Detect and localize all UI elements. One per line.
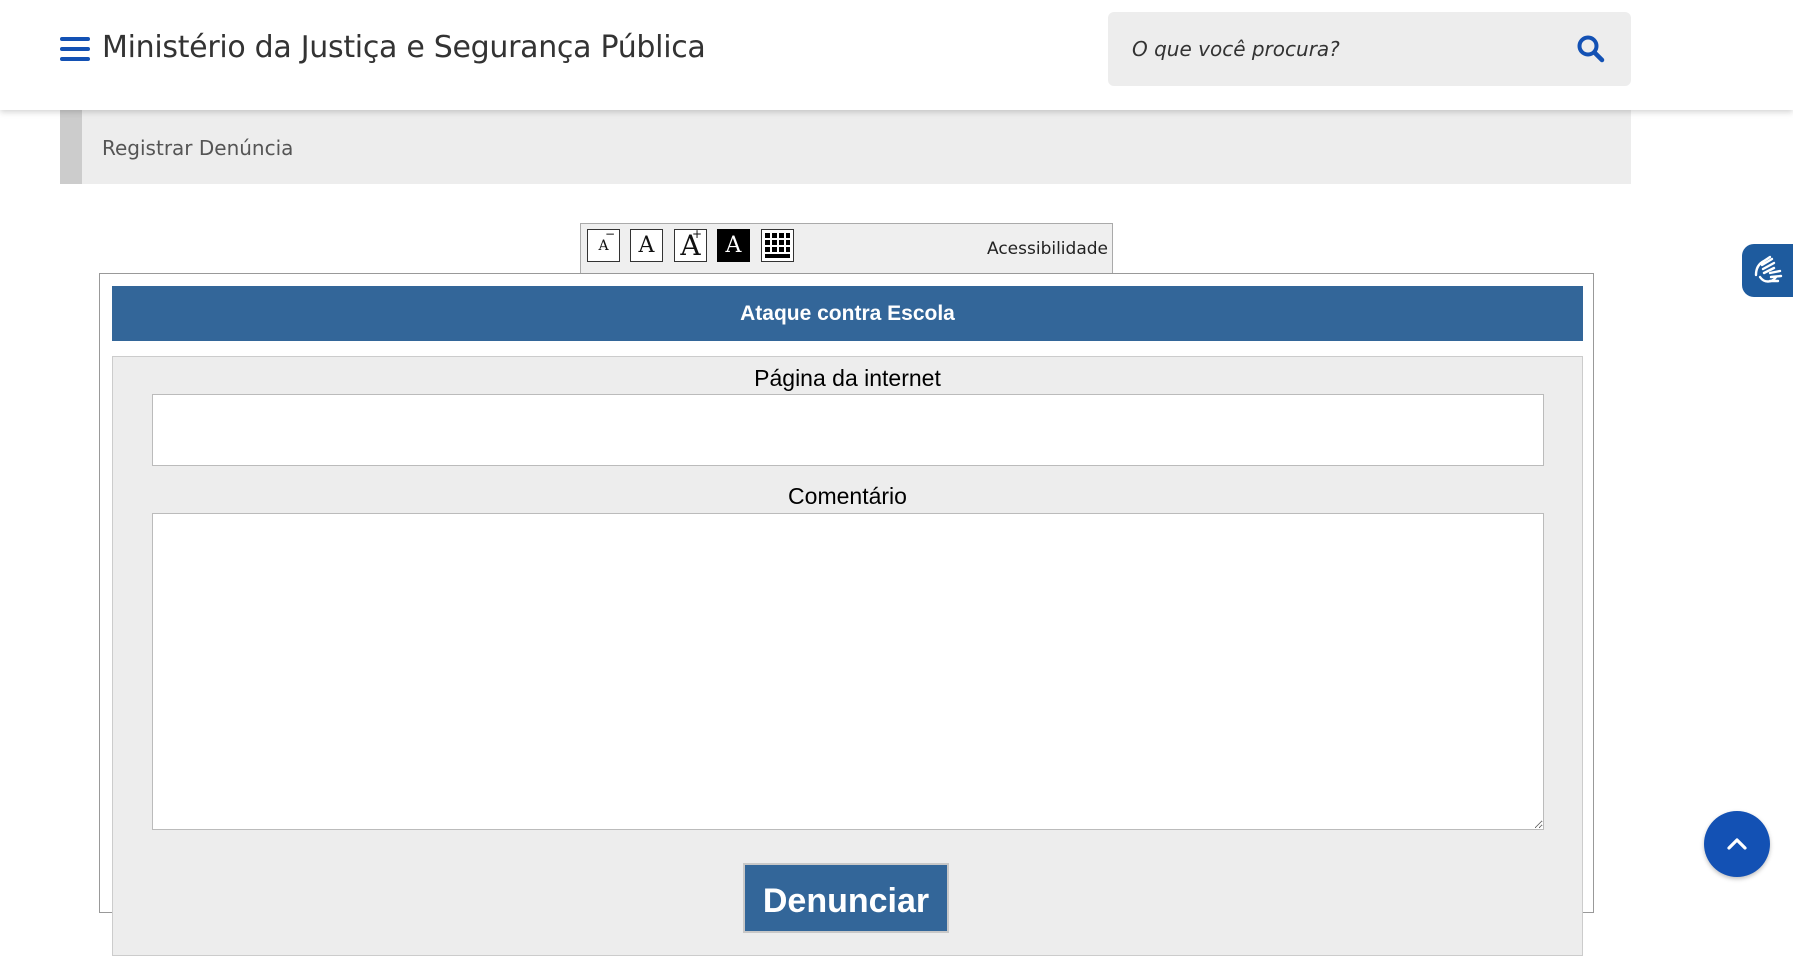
report-form: Ataque contra Escola Página da internet … bbox=[99, 273, 1594, 956]
url-field-label: Página da internet bbox=[754, 365, 941, 391]
back-to-top-button[interactable] bbox=[1704, 811, 1770, 877]
accessibility-toolbar: A − A A + A Acessibilidade bbox=[580, 223, 1113, 274]
form-panel: Página da internet Comentário Denunciar bbox=[112, 356, 1583, 956]
chevron-up-icon bbox=[1727, 838, 1747, 850]
search-icon[interactable] bbox=[1576, 34, 1608, 66]
hamburger-menu-icon[interactable] bbox=[60, 37, 90, 63]
normal-font-button[interactable]: A bbox=[630, 229, 663, 262]
vlibras-widget[interactable] bbox=[1742, 244, 1793, 297]
form-title: Ataque contra Escola bbox=[112, 286, 1583, 341]
high-contrast-glyph: A bbox=[725, 233, 742, 258]
site-header: Ministério da Justiça e Segurança Públic… bbox=[0, 0, 1793, 110]
url-field[interactable] bbox=[152, 394, 1544, 466]
virtual-keyboard-button[interactable] bbox=[761, 229, 794, 262]
minus-icon: − bbox=[604, 227, 615, 241]
sign-language-icon bbox=[1754, 255, 1783, 283]
comment-field-label: Comentário bbox=[788, 483, 907, 509]
accessibility-label: Acessibilidade bbox=[987, 239, 1108, 259]
high-contrast-button[interactable]: A bbox=[717, 229, 750, 262]
breadcrumb-current: Registrar Denúncia bbox=[102, 136, 294, 160]
decrease-font-button[interactable]: A − bbox=[587, 227, 620, 262]
normal-font-glyph: A bbox=[638, 233, 655, 258]
breadcrumb: Registrar Denúncia bbox=[60, 110, 1631, 184]
comment-field[interactable] bbox=[152, 513, 1544, 830]
keyboard-icon bbox=[762, 230, 793, 261]
search-box bbox=[1108, 12, 1631, 86]
plus-icon: + bbox=[691, 227, 702, 241]
site-title[interactable]: Ministério da Justiça e Segurança Públic… bbox=[102, 30, 706, 65]
search-input[interactable] bbox=[1130, 28, 1530, 70]
increase-font-button[interactable]: A + bbox=[674, 227, 707, 262]
submit-report-button[interactable]: Denunciar bbox=[743, 863, 949, 933]
